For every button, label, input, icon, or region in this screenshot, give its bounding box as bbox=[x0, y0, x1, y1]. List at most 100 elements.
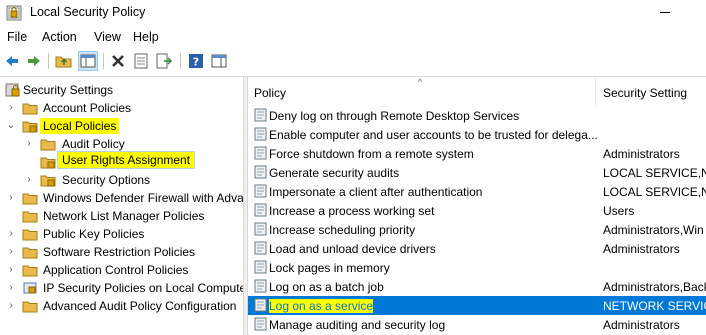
chevron-right-icon[interactable]: › bbox=[6, 246, 16, 258]
security-policy-app-icon bbox=[6, 5, 22, 21]
policy-setting-icon bbox=[254, 127, 267, 141]
menu-help[interactable]: Help bbox=[133, 30, 159, 44]
security-setting-value: Administrators bbox=[603, 242, 680, 256]
table-row[interactable]: Increase a process working set Users bbox=[248, 201, 706, 220]
policy-name: Generate security audits bbox=[269, 166, 597, 180]
chevron-down-icon[interactable]: ⌄ bbox=[6, 120, 16, 132]
chevron-right-icon[interactable]: › bbox=[6, 264, 16, 276]
policy-name-text: Increase a process working set bbox=[269, 204, 435, 218]
menu-view[interactable]: View bbox=[94, 30, 121, 44]
table-row[interactable]: Log on as a batch job Administrators,Back bbox=[248, 277, 706, 296]
policy-name: Log on as a service bbox=[269, 299, 597, 313]
tree-item-network-list-manager[interactable]: Network List Manager Policies bbox=[0, 207, 243, 225]
properties-icon[interactable] bbox=[131, 51, 151, 71]
show-hide-tree-icon[interactable] bbox=[78, 51, 98, 71]
table-row[interactable]: Force shutdown from a remote system Admin… bbox=[248, 144, 706, 163]
tree-label: Software Restriction Policies bbox=[43, 245, 196, 259]
menu-action[interactable]: Action bbox=[42, 30, 77, 44]
table-row[interactable]: Lock pages in memory bbox=[248, 258, 706, 277]
tree-label: Network List Manager Policies bbox=[43, 209, 205, 223]
security-setting-value: Administrators,Win bbox=[603, 223, 704, 237]
column-label: Security Setting bbox=[603, 86, 688, 100]
column-header-policy[interactable]: ^ Policy bbox=[248, 77, 596, 105]
column-label: Policy bbox=[254, 86, 287, 100]
tree-item-software-restriction-policies[interactable]: › Software Restriction Policies bbox=[0, 243, 243, 261]
console-tree: Security Settings › Account Policies ⌄ L… bbox=[0, 77, 243, 335]
table-row[interactable]: Generate security audits LOCAL SERVICE,NE… bbox=[248, 163, 706, 182]
delete-icon[interactable] bbox=[108, 51, 128, 71]
open-folder-icon bbox=[22, 121, 38, 133]
tree-item-security-options[interactable]: › Security Options bbox=[0, 171, 243, 189]
tree-item-windows-defender-firewall[interactable]: › Windows Defender Firewall with Adva bbox=[0, 189, 243, 207]
table-row[interactable]: Log on as a service NETWORK SERVICE, bbox=[248, 296, 706, 315]
table-row[interactable]: Deny log on through Remote Desktop Servi… bbox=[248, 106, 706, 125]
mmc-pane-icon[interactable] bbox=[209, 51, 229, 71]
tree-label: User Rights Assignment bbox=[57, 151, 196, 169]
policy-setting-icon bbox=[254, 165, 267, 179]
policy-name: Deny log on through Remote Desktop Servi… bbox=[269, 109, 597, 123]
security-setting-value: LOCAL SERVICE,NET bbox=[603, 185, 706, 199]
table-row[interactable]: Manage auditing and security log Administ… bbox=[248, 315, 706, 334]
folder-icon bbox=[40, 157, 56, 169]
folder-icon bbox=[22, 247, 38, 259]
folder-icon bbox=[22, 211, 38, 223]
tree-label: Advanced Audit Policy Configuration bbox=[43, 299, 237, 313]
folder-icon bbox=[40, 175, 56, 187]
chevron-right-icon[interactable]: › bbox=[24, 174, 34, 186]
table-row[interactable]: Load and unload device drivers Administra… bbox=[248, 239, 706, 258]
tree-item-public-key-policies[interactable]: › Public Key Policies bbox=[0, 225, 243, 243]
policy-setting-icon bbox=[254, 203, 267, 217]
policy-name-text: Load and unload device drivers bbox=[269, 242, 436, 256]
table-row[interactable]: Increase scheduling priority Administrato… bbox=[248, 220, 706, 239]
policy-setting-icon bbox=[254, 279, 267, 293]
policy-name: Log on as a batch job bbox=[269, 280, 597, 294]
tree-item-application-control-policies[interactable]: › Application Control Policies bbox=[0, 261, 243, 279]
policy-setting-icon bbox=[254, 108, 267, 122]
policy-name-text: Lock pages in memory bbox=[269, 261, 390, 275]
help-icon[interactable]: ? bbox=[186, 51, 206, 71]
table-row[interactable]: Enable computer and user accounts to be … bbox=[248, 125, 706, 144]
tree-item-user-rights-assignment[interactable]: User Rights Assignment bbox=[0, 151, 243, 171]
tree-item-advanced-audit-policy[interactable]: › Advanced Audit Policy Configuration bbox=[0, 297, 243, 315]
tree-label: Account Policies bbox=[43, 101, 132, 115]
policy-name: Impersonate a client after authenticatio… bbox=[269, 185, 597, 199]
folder-icon bbox=[22, 103, 38, 115]
chevron-right-icon[interactable]: › bbox=[6, 192, 16, 204]
policy-setting-icon bbox=[254, 222, 267, 236]
tree-root-security-settings[interactable]: Security Settings bbox=[0, 81, 243, 99]
tree-label: Windows Defender Firewall with Adva bbox=[43, 191, 243, 205]
sort-ascending-icon: ^ bbox=[418, 77, 423, 87]
policy-name: Load and unload device drivers bbox=[269, 242, 597, 256]
column-header-security-setting[interactable]: Security Setting bbox=[598, 77, 706, 105]
chevron-right-icon[interactable]: › bbox=[6, 300, 16, 312]
policy-name: Lock pages in memory bbox=[269, 261, 597, 275]
chevron-right-icon[interactable]: › bbox=[6, 228, 16, 240]
security-setting-value: Administrators,Back bbox=[603, 280, 706, 294]
up-folder-icon[interactable] bbox=[54, 51, 74, 71]
security-setting-value: Administrators bbox=[603, 318, 680, 332]
policy-name: Increase a process working set bbox=[269, 204, 597, 218]
policy-name-text: Generate security audits bbox=[269, 166, 400, 180]
chevron-right-icon[interactable]: › bbox=[6, 282, 16, 294]
tree-item-local-policies[interactable]: ⌄ Local Policies bbox=[0, 117, 243, 135]
tree-item-account-policies[interactable]: › Account Policies bbox=[0, 99, 243, 117]
tree-label: Public Key Policies bbox=[43, 227, 145, 241]
tree-label: IP Security Policies on Local Compute bbox=[43, 281, 243, 295]
tree-item-ip-security-policies[interactable]: › IP Security Policies on Local Compute bbox=[0, 279, 243, 297]
table-row[interactable]: Impersonate a client after authenticatio… bbox=[248, 182, 706, 201]
policy-setting-icon bbox=[254, 146, 267, 160]
menu-file[interactable]: File bbox=[7, 30, 27, 44]
minimize-button[interactable] bbox=[660, 12, 670, 13]
folder-icon bbox=[22, 301, 38, 313]
policy-setting-icon bbox=[254, 298, 267, 312]
tree-label: Application Control Policies bbox=[43, 263, 189, 277]
back-icon[interactable] bbox=[2, 51, 22, 71]
ip-security-icon bbox=[23, 282, 37, 294]
forward-icon[interactable] bbox=[24, 51, 44, 71]
export-list-icon[interactable] bbox=[154, 51, 174, 71]
folder-icon bbox=[22, 229, 38, 241]
folder-icon bbox=[22, 265, 38, 277]
chevron-right-icon[interactable]: › bbox=[6, 102, 16, 114]
chevron-right-icon[interactable]: › bbox=[24, 138, 34, 150]
toolbar: ? bbox=[0, 47, 706, 75]
